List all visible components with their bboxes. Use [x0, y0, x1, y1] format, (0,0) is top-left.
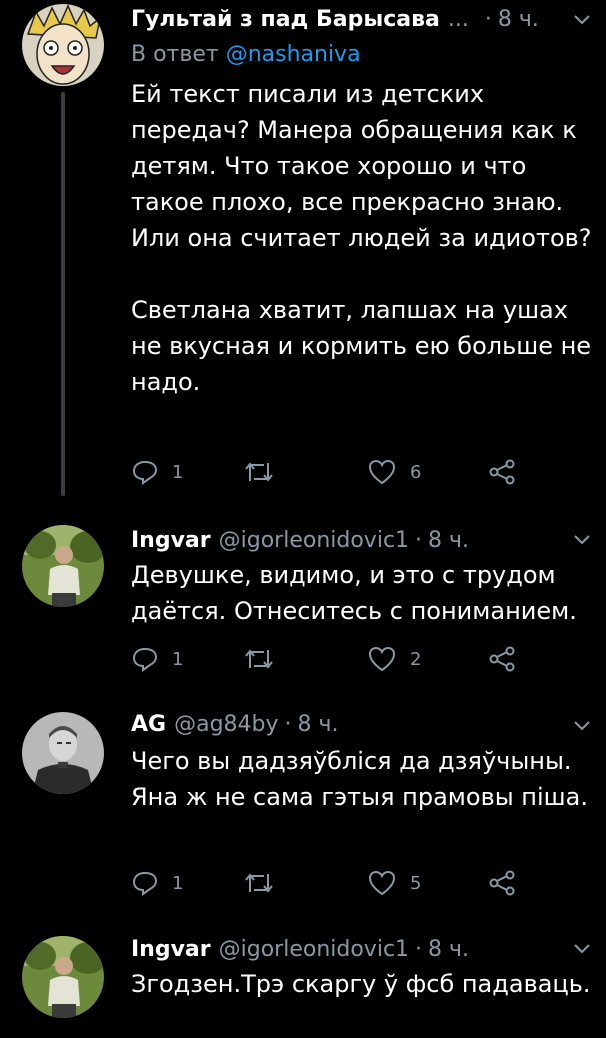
share-button[interactable] — [488, 868, 516, 898]
retweet-icon — [245, 873, 273, 893]
like-count: 5 — [410, 872, 422, 894]
retweet-icon — [245, 649, 273, 669]
timestamp[interactable]: 8 ч. — [428, 937, 469, 962]
display-name[interactable]: Гультай з пад Барысава — [131, 7, 440, 32]
tweet[interactable]: AG @ag84by · 8 ч. Чего вы дадзяўбліся да… — [0, 707, 606, 917]
like-icon — [368, 646, 396, 672]
reply-button[interactable]: 1 — [132, 457, 183, 487]
tweet-header: Ingvar @igorleonidovic1 · 8 ч. — [131, 932, 586, 966]
tweet-paragraph: Девушке, видимо, и это с трудом даётся. … — [131, 561, 577, 625]
like-count: 6 — [410, 461, 422, 483]
tweet-text: Девушке, видимо, и это с трудом даётся. … — [131, 557, 592, 629]
tweet-text: Ей текст писали из детских передач? Мане… — [131, 76, 592, 400]
separator-dot: · — [484, 6, 492, 32]
username[interactable]: @igorleonidovic1 — [219, 937, 409, 962]
tweet-header: Ingvar @igorleonidovic1 · 8 ч. — [131, 523, 586, 557]
tweet-actions: 1 5 — [132, 868, 532, 898]
share-button[interactable] — [488, 457, 516, 487]
reply-icon — [132, 871, 158, 896]
chevron-down-icon[interactable] — [572, 529, 592, 549]
separator-dot: · — [284, 711, 292, 737]
avatar[interactable] — [22, 4, 104, 86]
reply-count: 1 — [172, 872, 184, 894]
tweet-text: Чего вы дадзяўбліся да дзяўчыны. Яна ж н… — [131, 743, 592, 815]
avatar[interactable] — [22, 936, 104, 1018]
tweet-header: Гультай з пад Барысава ... · 8 ч. — [131, 2, 586, 36]
reply-icon — [132, 647, 158, 672]
tweet-paragraph: Светлана хватит, лапшах на ушах не вкусн… — [131, 296, 592, 396]
display-name[interactable]: Ingvar — [131, 937, 211, 962]
share-button[interactable] — [488, 644, 516, 674]
chevron-down-icon[interactable] — [572, 938, 592, 958]
separator-dot: · — [415, 527, 423, 553]
like-button[interactable]: 2 — [368, 644, 421, 674]
share-icon — [489, 870, 515, 896]
avatar[interactable] — [22, 525, 104, 607]
name-ellipsis: ... — [447, 6, 469, 32]
reply-count: 1 — [172, 461, 184, 483]
reply-button[interactable]: 1 — [132, 868, 183, 898]
username[interactable]: @igorleonidovic1 — [219, 528, 409, 553]
retweet-icon — [245, 462, 273, 482]
reply-to: В ответ @nashaniva — [131, 42, 361, 67]
avatar[interactable] — [22, 712, 104, 794]
thread-line — [61, 92, 65, 496]
separator-dot: · — [415, 936, 423, 962]
timestamp[interactable]: 8 ч. — [298, 712, 339, 737]
like-icon — [368, 459, 396, 485]
tweet[interactable]: Гультай з пад Барысава ... · 8 ч. В отве… — [0, 0, 606, 500]
tweet[interactable]: Ingvar @igorleonidovic1 · 8 ч. Девушке, … — [0, 520, 606, 690]
share-icon — [489, 646, 515, 672]
tweet-actions: 1 6 — [132, 457, 532, 487]
tweet-paragraph: Ей текст писали из детских передач? Мане… — [131, 80, 592, 252]
reply-count: 1 — [172, 648, 184, 670]
reply-to-prefix: В ответ — [131, 42, 219, 67]
chevron-down-icon[interactable] — [572, 715, 592, 735]
retweet-button[interactable] — [244, 868, 274, 898]
like-button[interactable]: 5 — [368, 868, 421, 898]
chevron-down-icon[interactable] — [572, 9, 592, 29]
tweet-text: Згодзен.Трэ скаргу ў фсб падаваць. — [131, 966, 592, 1002]
timestamp[interactable]: 8 ч. — [498, 7, 539, 32]
tweet[interactable]: Ingvar @igorleonidovic1 · 8 ч. Згодзен.Т… — [0, 932, 606, 1038]
like-count: 2 — [410, 648, 422, 670]
display-name[interactable]: Ingvar — [131, 528, 211, 553]
retweet-button[interactable] — [244, 457, 274, 487]
tweet-header: AG @ag84by · 8 ч. — [131, 707, 586, 741]
display-name[interactable]: AG — [131, 712, 166, 737]
timestamp[interactable]: 8 ч. — [428, 528, 469, 553]
username[interactable]: @ag84by — [174, 712, 278, 737]
retweet-button[interactable] — [244, 644, 274, 674]
tweet-paragraph: Чего вы дадзяўбліся да дзяўчыны. Яна ж н… — [131, 747, 588, 811]
reply-to-mention[interactable]: @nashaniva — [226, 42, 361, 67]
tweet-paragraph: Згодзен.Трэ скаргу ў фсб падаваць. — [131, 970, 591, 998]
tweet-actions: 1 2 — [132, 644, 532, 674]
like-icon — [368, 870, 396, 896]
share-icon — [489, 459, 515, 485]
reply-icon — [132, 460, 158, 485]
like-button[interactable]: 6 — [368, 457, 421, 487]
reply-button[interactable]: 1 — [132, 644, 183, 674]
